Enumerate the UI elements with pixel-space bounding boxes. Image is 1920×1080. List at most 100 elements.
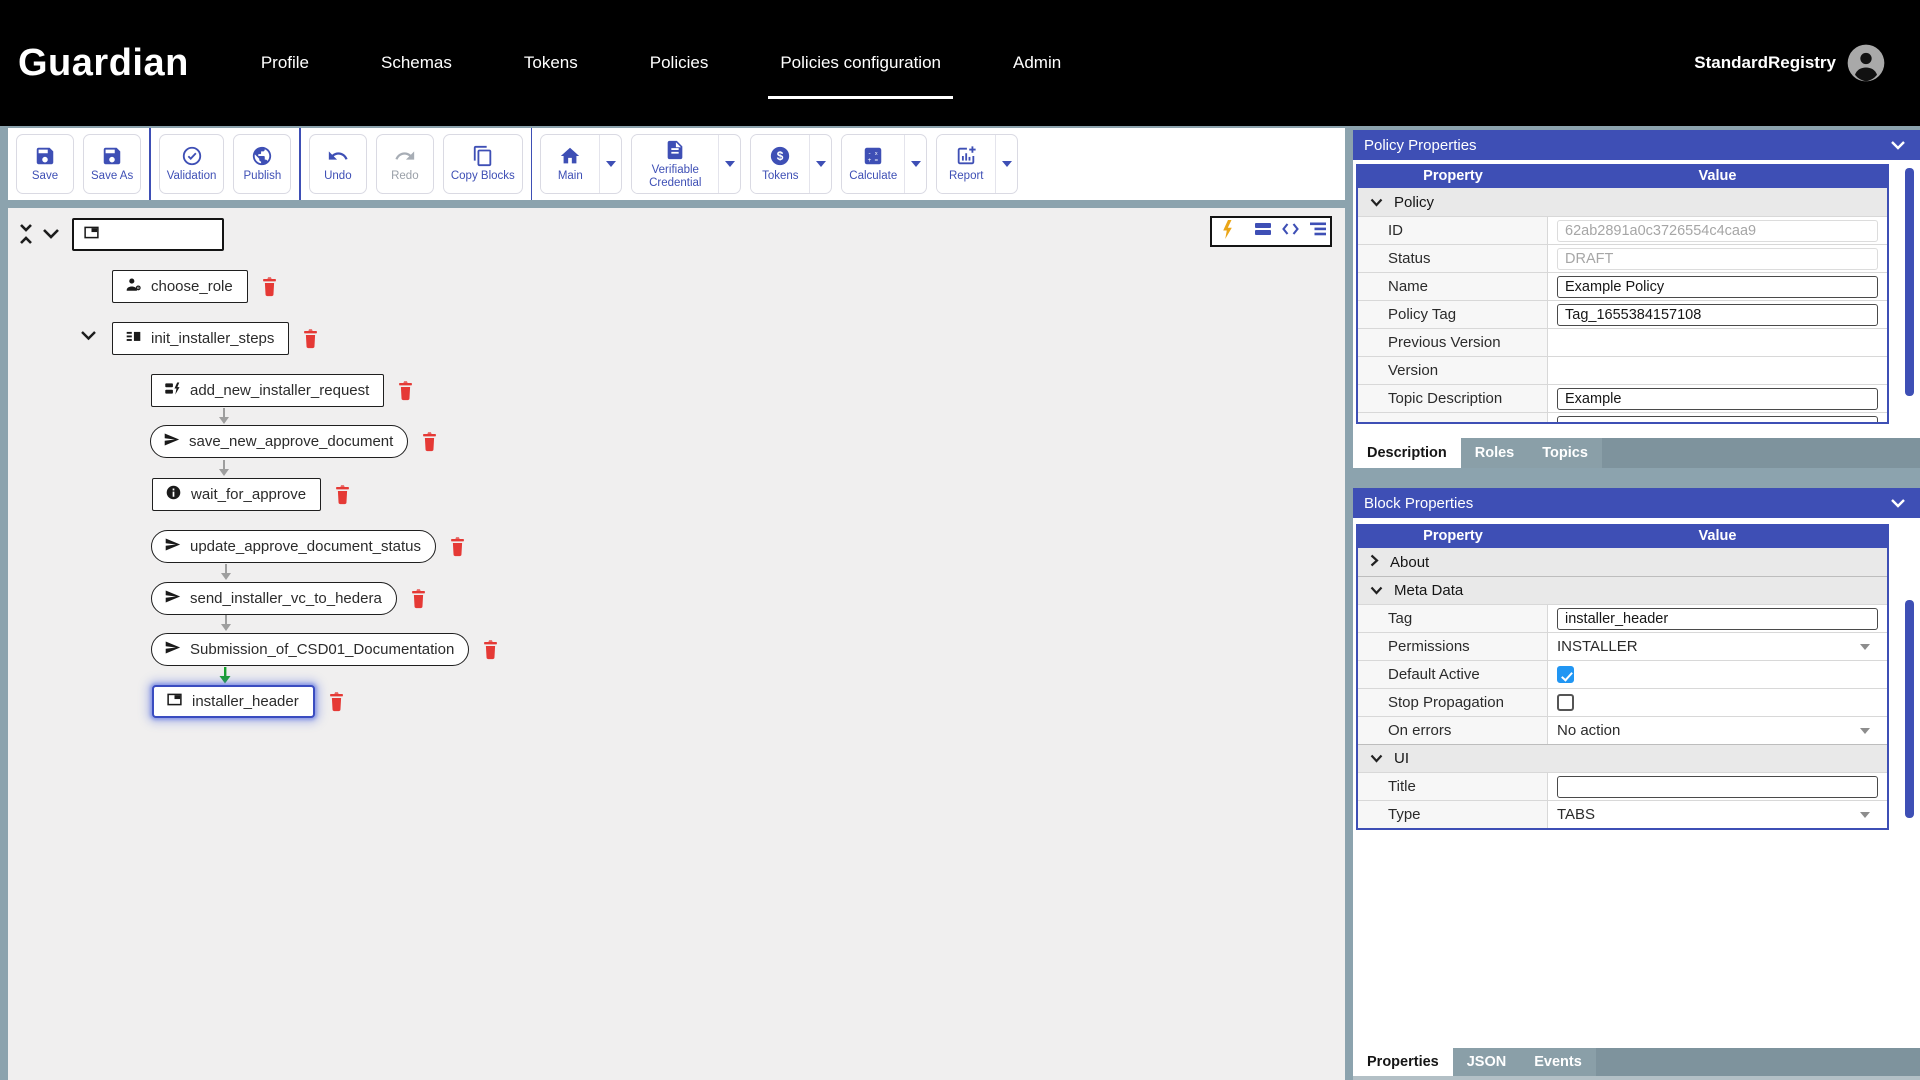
- calculate-dropdown-caret[interactable]: [904, 135, 926, 193]
- property-label: Policy Tag: [1358, 301, 1548, 328]
- save-button[interactable]: Save: [16, 134, 74, 194]
- main-button[interactable]: Main: [541, 135, 600, 193]
- block-installer-header[interactable]: installer_header: [152, 685, 315, 718]
- copy-icon: [472, 145, 494, 167]
- delete-block-icon[interactable]: [482, 639, 499, 660]
- tab-roles[interactable]: Roles: [1460, 438, 1529, 468]
- calculate-label: Calculate: [849, 170, 898, 183]
- username-label: StandardRegistry: [1694, 53, 1836, 72]
- root-expand-chevron-icon[interactable]: [42, 228, 60, 240]
- policy-tag-input[interactable]: [1557, 303, 1878, 326]
- meta-data-group-row[interactable]: Meta Data: [1358, 576, 1887, 604]
- lightning-icon[interactable]: [1221, 219, 1233, 244]
- clipped-input[interactable]: [1557, 415, 1878, 422]
- delete-block-icon[interactable]: [302, 328, 319, 349]
- title-input[interactable]: [1557, 775, 1878, 798]
- chevron-right-icon[interactable]: [1370, 554, 1379, 571]
- nav-item-schemas[interactable]: Schemas: [375, 49, 458, 77]
- verifiable-credential-dropdown-caret[interactable]: [718, 135, 740, 193]
- chevron-down-icon[interactable]: [1370, 582, 1383, 599]
- expand-chevron-icon[interactable]: [80, 330, 97, 341]
- chevron-down-icon[interactable]: [1890, 495, 1906, 512]
- stop-propagation-checkbox[interactable]: [1557, 694, 1574, 711]
- tag-input[interactable]: [1557, 607, 1878, 630]
- code-icon[interactable]: [1282, 222, 1299, 241]
- tree-block-row: update_approve_document_status: [151, 530, 466, 563]
- user-avatar-icon[interactable]: [1846, 43, 1886, 83]
- property-row-name: Name: [1358, 272, 1887, 300]
- tab-properties[interactable]: Properties: [1353, 1048, 1453, 1076]
- stacked-bars-icon[interactable]: [1255, 222, 1271, 241]
- block-properties-header[interactable]: Block Properties: [1353, 488, 1920, 518]
- delete-block-icon[interactable]: [334, 484, 351, 505]
- block-properties-panel: Block Properties Property Value About Me…: [1353, 488, 1920, 1080]
- block-choose-role[interactable]: choose_role: [112, 270, 248, 303]
- tab-description[interactable]: Description: [1353, 438, 1461, 468]
- topic-description-input[interactable]: [1557, 387, 1878, 410]
- save-as-button[interactable]: Save As: [83, 134, 142, 194]
- request-form-icon: [164, 380, 181, 401]
- ui-group-row[interactable]: UI: [1358, 744, 1887, 772]
- type-value: TABS: [1557, 806, 1596, 823]
- nav-item-policies-configuration[interactable]: Policies configuration: [768, 49, 953, 99]
- block-send-installer-vc-to-hedera[interactable]: send_installer_vc_to_hedera: [151, 582, 397, 615]
- tab-json[interactable]: JSON: [1452, 1048, 1521, 1076]
- root-container-block[interactable]: [72, 218, 224, 251]
- main-dropdown-caret[interactable]: [599, 135, 621, 193]
- delete-block-icon[interactable]: [421, 431, 438, 452]
- block-save-new-approve-document[interactable]: save_new_approve_document: [150, 425, 409, 458]
- publish-button[interactable]: Publish: [233, 134, 292, 194]
- nav-item-admin[interactable]: Admin: [1007, 49, 1067, 77]
- delete-block-icon[interactable]: [410, 588, 427, 609]
- nav-item-policies[interactable]: Policies: [644, 49, 715, 77]
- calculate-button[interactable]: - x + = Calculate: [842, 135, 905, 193]
- toolbar-divider: [299, 128, 301, 200]
- chevron-down-icon[interactable]: [1370, 750, 1383, 767]
- check-circle-icon: [181, 145, 203, 167]
- tree-block-row: installer_header: [152, 685, 345, 718]
- vertical-scrollbar-thumb[interactable]: [1905, 600, 1914, 818]
- undo-button[interactable]: Undo: [308, 134, 367, 194]
- policy-group-row[interactable]: Policy: [1358, 188, 1887, 216]
- block-add-new-installer-request[interactable]: add_new_installer_request: [151, 374, 385, 407]
- property-row-title: Title: [1358, 772, 1887, 800]
- tokens-dropdown-caret[interactable]: [809, 135, 831, 193]
- tokens-button[interactable]: $ Tokens: [751, 135, 810, 193]
- tab-events[interactable]: Events: [1520, 1048, 1596, 1076]
- svg-text:+: +: [868, 157, 872, 164]
- redo-button[interactable]: Redo: [375, 134, 434, 194]
- default-active-checkbox[interactable]: [1557, 666, 1574, 683]
- chevron-down-icon[interactable]: [1890, 137, 1906, 154]
- block-submission-of-csd01-documentation[interactable]: Submission_of_CSD01_Documentation: [151, 633, 470, 666]
- toolbar-divider: [149, 128, 151, 200]
- validation-button[interactable]: Validation: [158, 134, 225, 194]
- collapse-all-icon[interactable]: [17, 222, 35, 246]
- verifiable-credential-button[interactable]: Verifiable Credential: [632, 135, 719, 193]
- on-errors-select[interactable]: No action: [1557, 722, 1878, 739]
- copy-blocks-button[interactable]: Copy Blocks: [442, 134, 523, 194]
- nav-item-tokens[interactable]: Tokens: [518, 49, 584, 77]
- tree-lines-icon[interactable]: [1310, 222, 1326, 241]
- name-input[interactable]: [1557, 275, 1878, 298]
- nav-item-profile[interactable]: Profile: [255, 49, 315, 77]
- info-icon: [165, 484, 182, 505]
- report-dropdown-caret[interactable]: [995, 135, 1017, 193]
- about-group-row[interactable]: About: [1358, 548, 1887, 576]
- delete-block-icon[interactable]: [397, 380, 414, 401]
- block-label: send_installer_vc_to_hedera: [190, 590, 382, 607]
- report-button[interactable]: Report: [937, 135, 996, 193]
- block-init-installer-steps[interactable]: init_installer_steps: [112, 322, 290, 355]
- block-wait-for-approve[interactable]: wait_for_approve: [152, 478, 322, 511]
- delete-block-icon[interactable]: [328, 691, 345, 712]
- type-select[interactable]: TABS: [1557, 806, 1878, 823]
- chevron-down-icon[interactable]: [1370, 194, 1383, 211]
- block-update-approve-document-status[interactable]: update_approve_document_status: [151, 530, 437, 563]
- property-label: On errors: [1358, 717, 1548, 744]
- delete-block-icon[interactable]: [261, 276, 278, 297]
- delete-block-icon[interactable]: [449, 536, 466, 557]
- property-label: ID: [1358, 217, 1548, 244]
- tab-topics[interactable]: Topics: [1528, 438, 1602, 468]
- policy-properties-header[interactable]: Policy Properties: [1353, 130, 1920, 160]
- vertical-scrollbar-thumb[interactable]: [1905, 168, 1914, 396]
- permissions-select[interactable]: INSTALLER: [1557, 638, 1878, 655]
